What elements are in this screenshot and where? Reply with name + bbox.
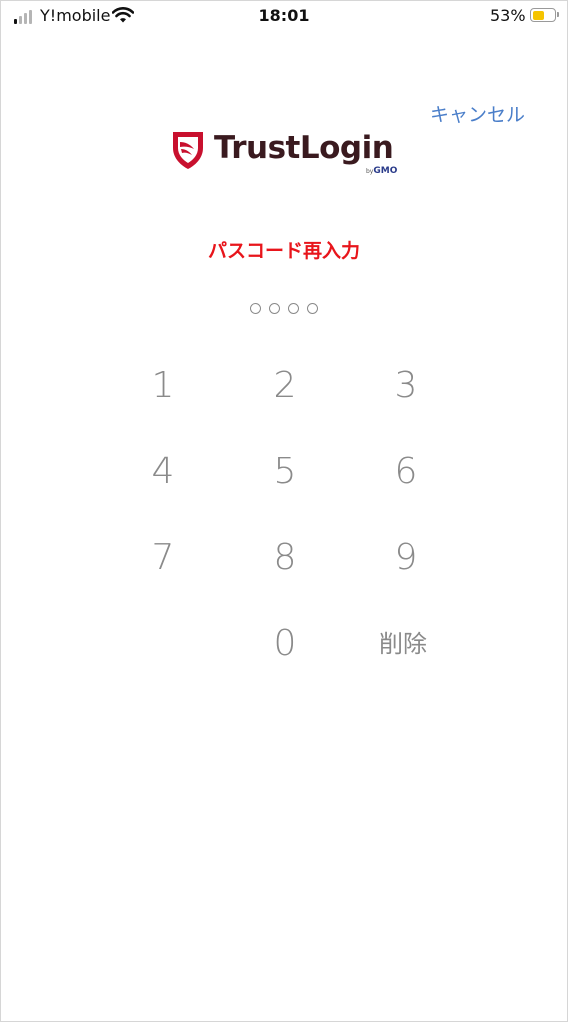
passcode-dot: [288, 303, 299, 314]
keypad-key-0[interactable]: 0: [240, 614, 330, 674]
trustlogin-logo: TrustLogin byGMO: [170, 130, 410, 180]
shield-logo-icon: [173, 132, 203, 169]
logo-wordmark: TrustLogin: [214, 130, 394, 166]
keypad-key-8[interactable]: 8: [240, 528, 330, 588]
passcode-indicator: [0, 303, 568, 314]
keypad-key-7[interactable]: 7: [118, 528, 208, 588]
keypad-key-9[interactable]: 9: [361, 528, 451, 588]
keypad-key-3[interactable]: 3: [361, 356, 451, 416]
battery-icon: [530, 8, 559, 22]
passcode-reentry-title: パスコード再入力: [207, 240, 360, 262]
clock: 18:01: [258, 6, 310, 25]
keypad-key-5[interactable]: 5: [240, 442, 330, 502]
keypad-key-4[interactable]: 4: [118, 442, 208, 502]
delete-button[interactable]: 削除: [358, 614, 448, 674]
battery-percentage: 53%: [490, 6, 526, 25]
cancel-button[interactable]: キャンセル: [430, 100, 525, 127]
status-bar: Y!mobile 18:01 53%: [0, 0, 568, 34]
passcode-dot: [269, 303, 280, 314]
keypad-key-2[interactable]: 2: [240, 356, 330, 416]
keypad-key-6[interactable]: 6: [361, 442, 451, 502]
keypad-key-1[interactable]: 1: [118, 356, 208, 416]
logo-byline: byGMO: [366, 166, 398, 176]
passcode-dot: [250, 303, 261, 314]
passcode-dot: [307, 303, 318, 314]
